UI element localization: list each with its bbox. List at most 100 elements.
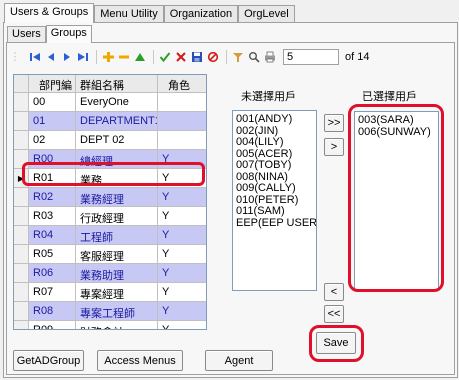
list-item[interactable]: 001(ANDY) — [236, 113, 313, 126]
list-item[interactable]: 009(CALLY) — [236, 182, 313, 195]
table-row[interactable]: 00 EveryOne — [14, 93, 206, 112]
group-name-cell[interactable]: 客服經理 — [76, 245, 158, 264]
role-cell[interactable]: Y — [158, 264, 206, 283]
role-cell[interactable] — [158, 93, 206, 112]
group-name-cell[interactable]: 業務助理 — [76, 264, 158, 283]
dept-code-cell[interactable]: R09 — [29, 321, 76, 329]
list-item[interactable]: 004(LILY) — [236, 136, 313, 149]
group-name-cell[interactable]: 業務經理 — [76, 188, 158, 207]
group-name-cell[interactable]: EveryOne — [76, 93, 158, 112]
prev-record-icon[interactable] — [44, 50, 58, 64]
delete-record-icon[interactable] — [117, 50, 131, 64]
group-name-cell[interactable]: DEPARTMENT1 — [76, 112, 158, 131]
dept-code-cell[interactable]: R02 — [29, 188, 76, 207]
print-icon[interactable] — [263, 50, 277, 64]
role-cell[interactable]: Y — [158, 188, 206, 207]
table-row[interactable]: R02 業務經理 Y — [14, 188, 206, 207]
group-name-cell[interactable]: 工程師 — [76, 226, 158, 245]
dept-code-cell[interactable]: R06 — [29, 264, 76, 283]
add-record-icon[interactable] — [101, 50, 115, 64]
table-row[interactable]: R07 專案經理 Y — [14, 283, 206, 302]
group-name-cell[interactable]: 財務會計 — [76, 321, 158, 329]
cancel-icon[interactable] — [174, 50, 188, 64]
row-selector[interactable] — [14, 302, 29, 321]
table-row[interactable]: R04 工程師 Y — [14, 226, 206, 245]
group-name-cell[interactable]: DEPT 02 — [76, 131, 158, 150]
dept-code-cell[interactable]: 01 — [29, 112, 76, 131]
row-selector[interactable] — [14, 112, 29, 131]
column-header-dept-code[interactable]: 部門編 — [29, 75, 76, 93]
filter-icon[interactable] — [231, 50, 245, 64]
dept-code-cell[interactable]: R07 — [29, 283, 76, 302]
confirm-icon[interactable] — [158, 50, 172, 64]
table-row[interactable]: 01 DEPARTMENT1 — [14, 112, 206, 131]
row-selector[interactable] — [14, 245, 29, 264]
dept-code-cell[interactable]: R04 — [29, 226, 76, 245]
column-header-group-name[interactable]: 群組名稱 — [76, 75, 158, 93]
access-menus-button[interactable]: Access Menus — [97, 350, 183, 371]
list-item[interactable]: 007(TOBY) — [236, 159, 313, 172]
table-row[interactable]: R06 業務助理 Y — [14, 264, 206, 283]
row-selector[interactable] — [14, 264, 29, 283]
navigator-toolbar: ⋮ of 14 — [8, 47, 454, 67]
unselected-users-label: 未選擇用戶 — [241, 91, 296, 103]
table-row[interactable]: 02 DEPT 02 — [14, 131, 206, 150]
group-name-cell[interactable]: 專案經理 — [76, 283, 158, 302]
unselected-users-list[interactable]: 001(ANDY) 002(JIN) 004(LILY) 005(ACER) 0… — [232, 110, 317, 291]
row-selector[interactable] — [14, 207, 29, 226]
add-button[interactable]: > — [324, 138, 344, 156]
tab-groups[interactable]: Groups — [45, 25, 92, 43]
role-cell[interactable] — [158, 131, 206, 150]
next-record-icon[interactable] — [60, 50, 74, 64]
group-name-cell[interactable]: 專案工程師 — [76, 302, 158, 321]
dept-code-cell[interactable]: R03 — [29, 207, 76, 226]
search-icon[interactable] — [247, 50, 261, 64]
dept-code-cell[interactable]: 02 — [29, 131, 76, 150]
role-cell[interactable]: Y — [158, 302, 206, 321]
role-cell[interactable]: Y — [158, 321, 206, 329]
edit-record-icon[interactable] — [133, 50, 147, 64]
column-header-role[interactable]: 角色 — [158, 75, 206, 93]
dept-code-cell[interactable]: R08 — [29, 302, 76, 321]
tab-users-groups[interactable]: Users & Groups — [4, 3, 95, 23]
dept-code-cell[interactable]: R05 — [29, 245, 76, 264]
table-row[interactable]: R09 財務會計 Y — [14, 321, 206, 329]
row-selector[interactable] — [14, 283, 29, 302]
table-row[interactable]: R05 客服經理 Y — [14, 245, 206, 264]
save-disk-icon[interactable] — [190, 50, 204, 64]
role-cell[interactable]: Y — [158, 245, 206, 264]
remove-all-button[interactable]: << — [324, 305, 344, 323]
list-item[interactable]: EEP(EEP USER) — [236, 217, 316, 230]
tab-organization[interactable]: Organization — [163, 5, 239, 23]
record-position-input[interactable] — [283, 49, 339, 65]
group-name-cell[interactable]: 行政經理 — [76, 207, 158, 226]
tab-menu-utility[interactable]: Menu Utility — [94, 5, 164, 23]
row-selector[interactable] — [14, 188, 29, 207]
role-cell[interactable]: Y — [158, 283, 206, 302]
tab-orglevel[interactable]: OrgLevel — [238, 5, 295, 23]
grid-header-row: 部門編 群組名稱 角色 — [14, 75, 206, 94]
toolbar-separator — [96, 50, 97, 64]
row-selector[interactable] — [14, 131, 29, 150]
dept-code-cell[interactable]: 00 — [29, 93, 76, 112]
first-record-icon[interactable] — [28, 50, 42, 64]
add-all-button[interactable]: >> — [324, 114, 344, 132]
remove-button[interactable]: < — [324, 283, 344, 301]
toolbar-separator — [226, 50, 227, 64]
tab-users[interactable]: Users — [7, 26, 46, 43]
list-item[interactable]: 011(SAM) — [236, 205, 313, 218]
get-ad-group-button[interactable]: GetADGroup — [13, 350, 84, 371]
table-row[interactable]: R08 專案工程師 Y — [14, 302, 206, 321]
agent-button[interactable]: Agent — [205, 350, 273, 371]
toolbar-separator — [153, 50, 154, 64]
row-selector[interactable] — [14, 93, 29, 112]
role-cell[interactable]: Y — [158, 207, 206, 226]
row-selector[interactable] — [14, 321, 29, 329]
role-cell[interactable]: Y — [158, 226, 206, 245]
table-row[interactable]: R03 行政經理 Y — [14, 207, 206, 226]
last-record-icon[interactable] — [76, 50, 90, 64]
selected-users-highlight — [348, 104, 444, 292]
role-cell[interactable] — [158, 112, 206, 131]
stop-icon[interactable] — [206, 50, 220, 64]
row-selector[interactable] — [14, 226, 29, 245]
